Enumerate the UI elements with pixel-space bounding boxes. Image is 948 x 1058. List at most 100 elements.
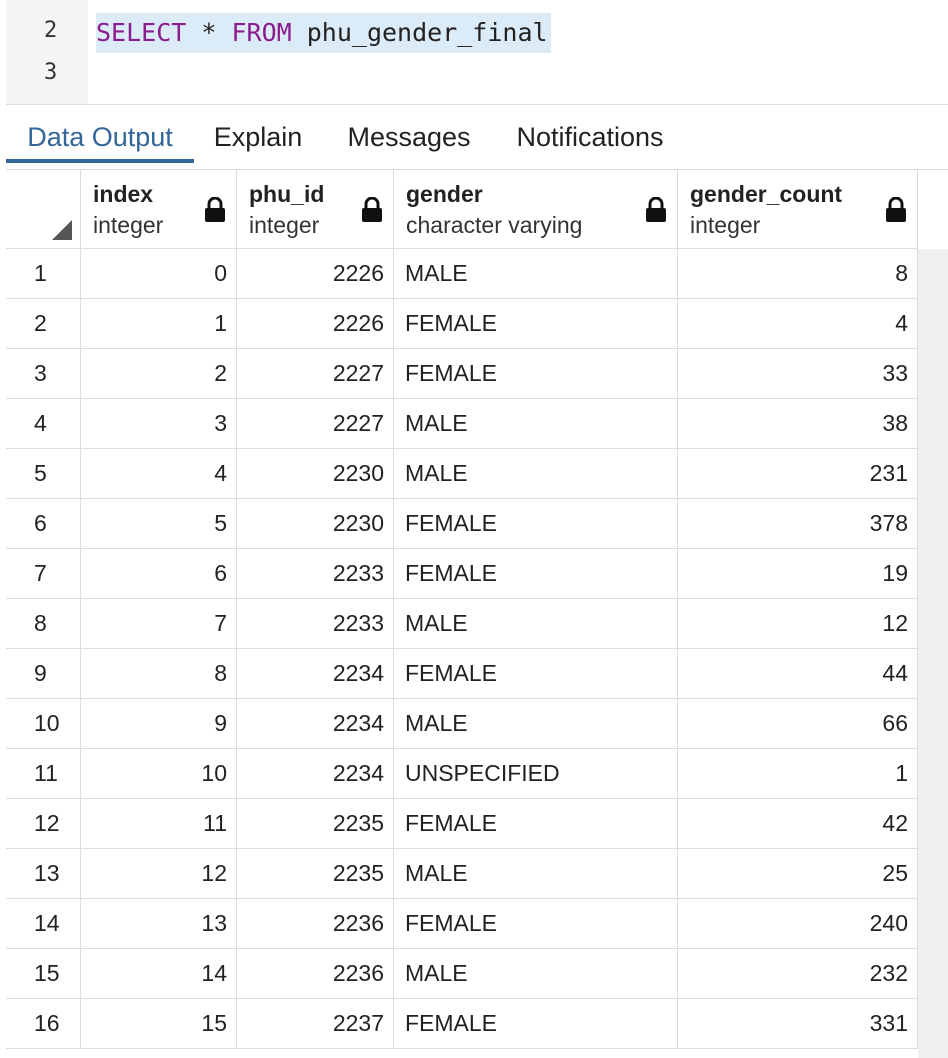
table-row[interactable]: 8 7 2233 MALE 12 [6, 599, 918, 649]
table-row[interactable]: 9 8 2234 FEMALE 44 [6, 649, 918, 699]
cell-gender-count[interactable]: 378 [678, 499, 918, 549]
cell-index[interactable]: 7 [81, 599, 237, 649]
table-row[interactable]: 7 6 2233 FEMALE 19 [6, 549, 918, 599]
table-row[interactable]: 13 12 2235 MALE 25 [6, 849, 918, 899]
cell-gender-count[interactable]: 12 [678, 599, 918, 649]
cell-gender[interactable]: FEMALE [394, 999, 678, 1049]
table-row[interactable]: 10 9 2234 MALE 66 [6, 699, 918, 749]
row-number[interactable]: 8 [6, 599, 81, 649]
cell-index[interactable]: 12 [81, 849, 237, 899]
cell-gender[interactable]: FEMALE [394, 499, 678, 549]
cell-gender-count[interactable]: 331 [678, 999, 918, 1049]
table-row[interactable]: 16 15 2237 FEMALE 331 [6, 999, 918, 1049]
cell-phu-id[interactable]: 2235 [237, 799, 394, 849]
cell-gender[interactable]: MALE [394, 699, 678, 749]
cell-gender-count[interactable]: 42 [678, 799, 918, 849]
row-number[interactable]: 2 [6, 299, 81, 349]
table-row[interactable]: 6 5 2230 FEMALE 378 [6, 499, 918, 549]
tab-explain[interactable]: Explain [200, 105, 316, 169]
cell-gender-count[interactable]: 8 [678, 249, 918, 299]
row-number[interactable]: 14 [6, 899, 81, 949]
cell-phu-id[interactable]: 2230 [237, 499, 394, 549]
cell-gender-count[interactable]: 240 [678, 899, 918, 949]
tab-messages[interactable]: Messages [336, 105, 482, 169]
cell-phu-id[interactable]: 2230 [237, 449, 394, 499]
cell-index[interactable]: 2 [81, 349, 237, 399]
table-row[interactable]: 12 11 2235 FEMALE 42 [6, 799, 918, 849]
cell-gender[interactable]: UNSPECIFIED [394, 749, 678, 799]
cell-gender[interactable]: MALE [394, 949, 678, 999]
cell-index[interactable]: 10 [81, 749, 237, 799]
cell-gender-count[interactable]: 25 [678, 849, 918, 899]
row-number[interactable]: 7 [6, 549, 81, 599]
row-number[interactable]: 3 [6, 349, 81, 399]
table-row[interactable]: 2 1 2226 FEMALE 4 [6, 299, 918, 349]
row-number[interactable]: 5 [6, 449, 81, 499]
row-number[interactable]: 13 [6, 849, 81, 899]
cell-phu-id[interactable]: 2226 [237, 249, 394, 299]
cell-phu-id[interactable]: 2237 [237, 999, 394, 1049]
cell-gender-count[interactable]: 231 [678, 449, 918, 499]
cell-phu-id[interactable]: 2233 [237, 599, 394, 649]
column-header-index[interactable]: index integer [81, 170, 237, 249]
cell-phu-id[interactable]: 2234 [237, 749, 394, 799]
cell-index[interactable]: 8 [81, 649, 237, 699]
cell-gender-count[interactable]: 38 [678, 399, 918, 449]
cell-gender[interactable]: FEMALE [394, 299, 678, 349]
cell-gender-count[interactable]: 1 [678, 749, 918, 799]
cell-index[interactable]: 14 [81, 949, 237, 999]
select-all-corner[interactable] [6, 170, 81, 249]
row-number[interactable]: 1 [6, 249, 81, 299]
cell-phu-id[interactable]: 2227 [237, 399, 394, 449]
query-editor[interactable]: 2 3 SELECT * FROM phu_gender_final [0, 0, 948, 104]
cell-gender[interactable]: MALE [394, 599, 678, 649]
cell-gender[interactable]: MALE [394, 449, 678, 499]
cell-index[interactable]: 11 [81, 799, 237, 849]
column-header-phu-id[interactable]: phu_id integer [237, 170, 394, 249]
cell-phu-id[interactable]: 2235 [237, 849, 394, 899]
row-number[interactable]: 15 [6, 949, 81, 999]
table-row[interactable]: 3 2 2227 FEMALE 33 [6, 349, 918, 399]
row-number[interactable]: 9 [6, 649, 81, 699]
cell-gender-count[interactable]: 44 [678, 649, 918, 699]
row-number[interactable]: 11 [6, 749, 81, 799]
cell-phu-id[interactable]: 2227 [237, 349, 394, 399]
cell-gender[interactable]: MALE [394, 249, 678, 299]
cell-gender-count[interactable]: 66 [678, 699, 918, 749]
cell-gender-count[interactable]: 33 [678, 349, 918, 399]
row-number[interactable]: 4 [6, 399, 81, 449]
table-row[interactable]: 14 13 2236 FEMALE 240 [6, 899, 918, 949]
cell-gender[interactable]: FEMALE [394, 649, 678, 699]
row-number[interactable]: 10 [6, 699, 81, 749]
cell-index[interactable]: 3 [81, 399, 237, 449]
cell-index[interactable]: 9 [81, 699, 237, 749]
cell-gender[interactable]: MALE [394, 399, 678, 449]
cell-phu-id[interactable]: 2236 [237, 949, 394, 999]
cell-index[interactable]: 0 [81, 249, 237, 299]
cell-gender-count[interactable]: 232 [678, 949, 918, 999]
cell-phu-id[interactable]: 2233 [237, 549, 394, 599]
cell-gender[interactable]: FEMALE [394, 549, 678, 599]
cell-gender[interactable]: FEMALE [394, 899, 678, 949]
cell-gender[interactable]: FEMALE [394, 349, 678, 399]
row-number[interactable]: 6 [6, 499, 81, 549]
column-header-gender[interactable]: gender character varying [394, 170, 678, 249]
vertical-scrollbar[interactable] [918, 249, 948, 1058]
cell-index[interactable]: 15 [81, 999, 237, 1049]
cell-index[interactable]: 1 [81, 299, 237, 349]
tab-notifications[interactable]: Notifications [504, 105, 676, 169]
table-row[interactable]: 1 0 2226 MALE 8 [6, 249, 918, 299]
cell-gender[interactable]: FEMALE [394, 799, 678, 849]
row-number[interactable]: 16 [6, 999, 81, 1049]
table-row[interactable]: 11 10 2234 UNSPECIFIED 1 [6, 749, 918, 799]
table-row[interactable]: 4 3 2227 MALE 38 [6, 399, 918, 449]
cell-gender[interactable]: MALE [394, 849, 678, 899]
cell-index[interactable]: 13 [81, 899, 237, 949]
cell-phu-id[interactable]: 2234 [237, 649, 394, 699]
cell-index[interactable]: 6 [81, 549, 237, 599]
cell-phu-id[interactable]: 2226 [237, 299, 394, 349]
cell-gender-count[interactable]: 19 [678, 549, 918, 599]
column-header-gender-count[interactable]: gender_count integer [678, 170, 918, 249]
cell-phu-id[interactable]: 2234 [237, 699, 394, 749]
cell-index[interactable]: 5 [81, 499, 237, 549]
